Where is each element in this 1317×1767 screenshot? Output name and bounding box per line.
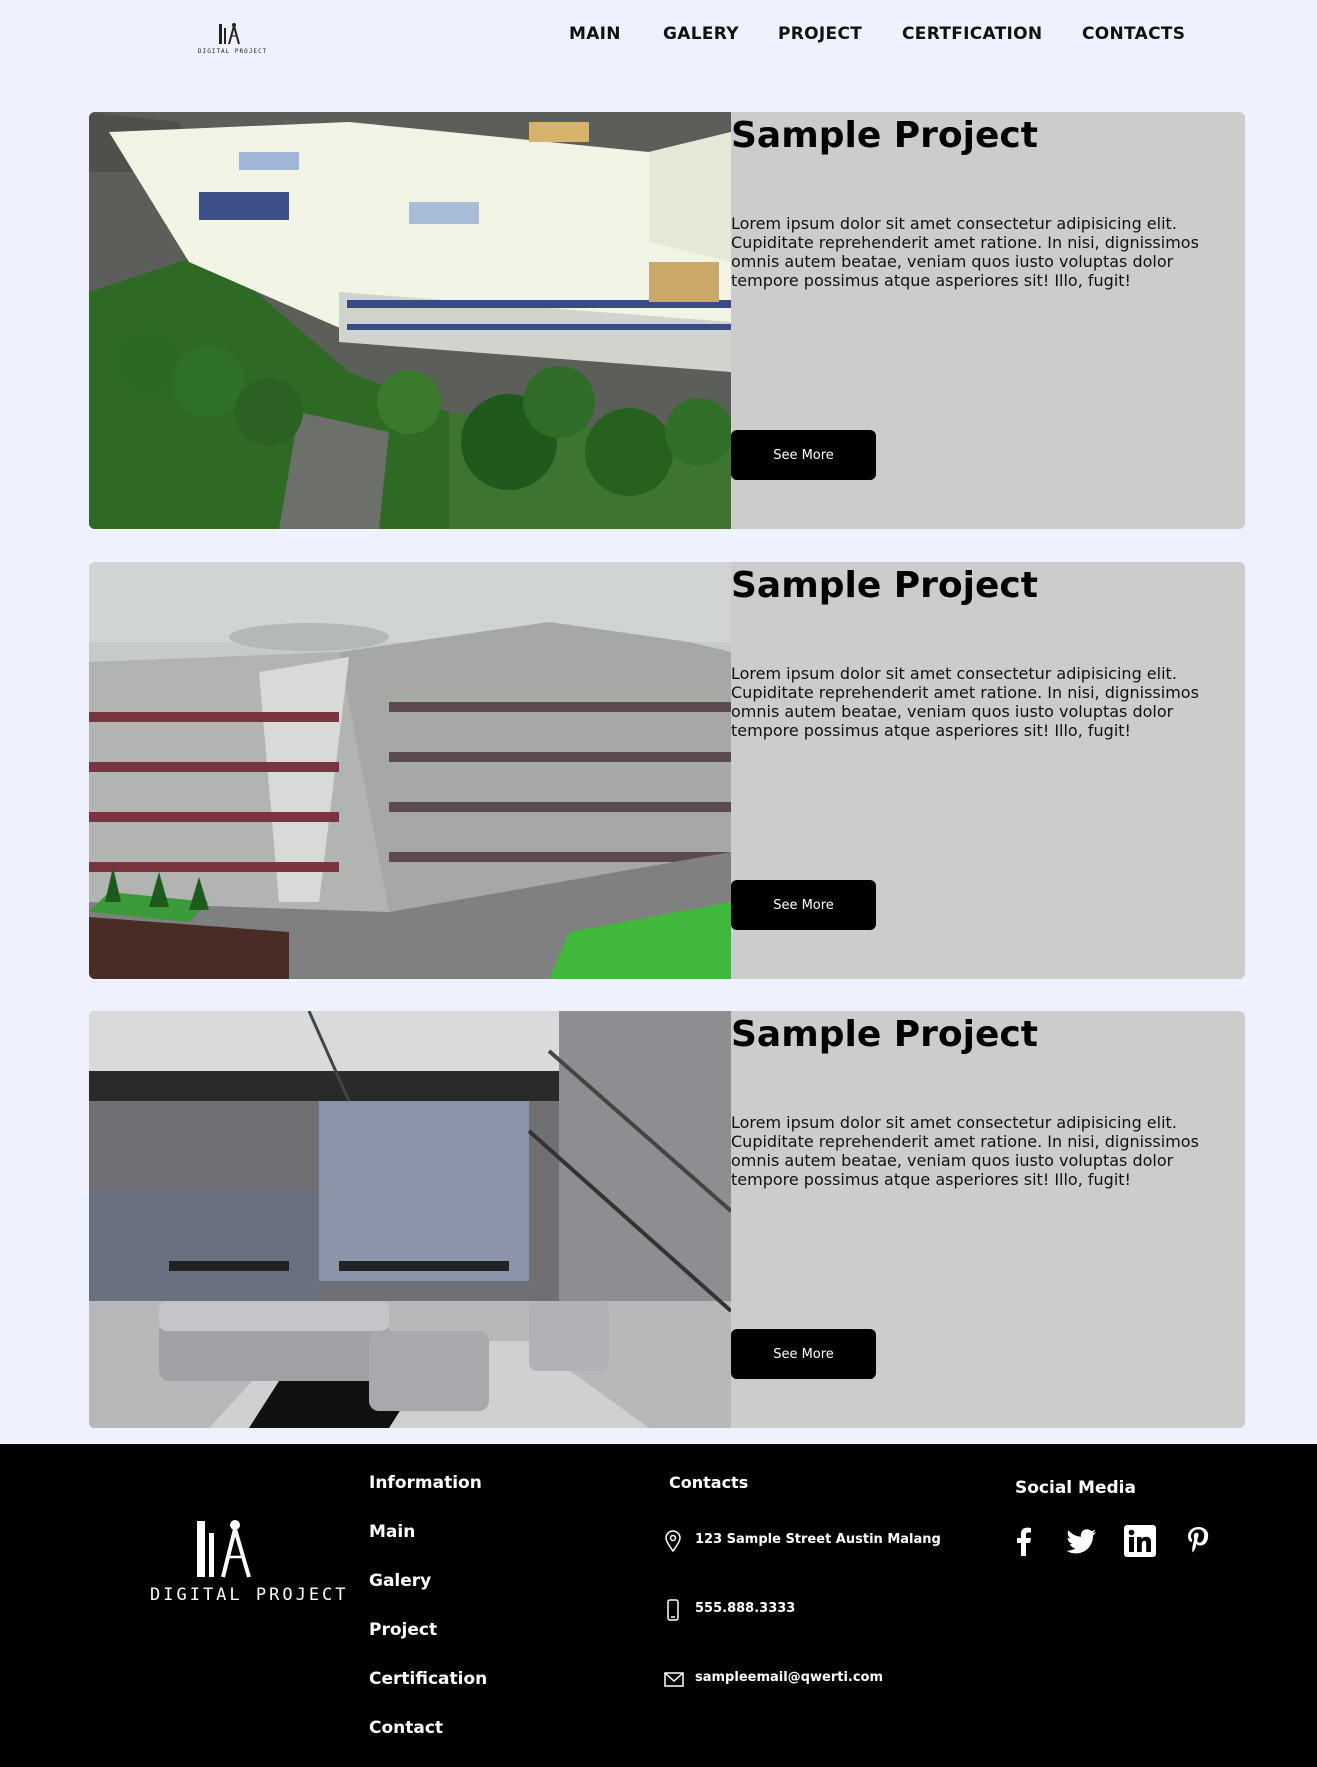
footer-link-galery[interactable]: Galery (369, 1571, 431, 1591)
location-pin-icon (665, 1530, 681, 1552)
footer-link-certification[interactable]: Certification (369, 1669, 487, 1689)
project-image-office-interior (89, 1011, 731, 1428)
header-logo-text: DIGITAL PROJECT (198, 48, 268, 55)
pinterest-icon[interactable] (1181, 1524, 1215, 1558)
nav-certfication[interactable]: CERTFICATION (902, 24, 1042, 44)
linkedin-icon[interactable] (1123, 1524, 1157, 1558)
project-card: Sample Project Lorem ipsum dolor sit ame… (89, 1011, 1245, 1428)
logo-mark-icon (219, 23, 240, 45)
project-description: Lorem ipsum dolor sit amet consectetur a… (731, 664, 1199, 740)
contacts-heading: Contacts (669, 1473, 749, 1492)
nav-main[interactable]: MAIN (569, 24, 621, 44)
contact-email-text[interactable]: sampleemail@qwerti.com (695, 1670, 883, 1685)
project-card: Sample Project Lorem ipsum dolor sit ame… (89, 112, 1245, 529)
see-more-button[interactable]: See More (731, 1329, 876, 1379)
header-logo[interactable]: DIGITAL PROJECT (198, 22, 268, 64)
project-title: Sample Project (731, 115, 1038, 156)
nav-contacts[interactable]: CONTACTS (1082, 24, 1185, 44)
project-description: Lorem ipsum dolor sit amet consectetur a… (731, 214, 1199, 290)
project-image-building-aerial (89, 112, 731, 529)
nav-galery[interactable]: GALERY (663, 24, 739, 44)
footer-link-main[interactable]: Main (369, 1522, 415, 1542)
phone-icon (667, 1599, 679, 1621)
project-image-building-facade (89, 562, 731, 979)
information-heading: Information (369, 1473, 482, 1493)
contact-address-text: 123 Sample Street Austin Malang (695, 1532, 941, 1547)
contact-phone-text: 555.888.3333 (695, 1601, 796, 1616)
see-more-button[interactable]: See More (731, 880, 876, 930)
footer-link-project[interactable]: Project (369, 1620, 437, 1640)
nav-project[interactable]: PROJECT (778, 24, 862, 44)
footer-logo-text: DIGITAL PROJECT (150, 1585, 349, 1605)
project-description: Lorem ipsum dolor sit amet consectetur a… (731, 1113, 1199, 1189)
project-title: Sample Project (731, 565, 1038, 606)
project-title: Sample Project (731, 1014, 1038, 1055)
twitter-icon[interactable] (1065, 1524, 1099, 1558)
social-media-heading: Social Media (1015, 1478, 1136, 1498)
footer-link-contact[interactable]: Contact (369, 1718, 443, 1738)
see-more-button[interactable]: See More (731, 430, 876, 480)
footer-logo[interactable]: DIGITAL PROJECT (150, 1519, 349, 1605)
site-header: DIGITAL PROJECT MAIN GALERY PROJECT CERT… (0, 0, 1317, 75)
envelope-icon (664, 1672, 684, 1687)
logo-mark-icon (197, 1520, 251, 1578)
project-card: Sample Project Lorem ipsum dolor sit ame… (89, 562, 1245, 979)
facebook-icon[interactable] (1007, 1524, 1041, 1558)
